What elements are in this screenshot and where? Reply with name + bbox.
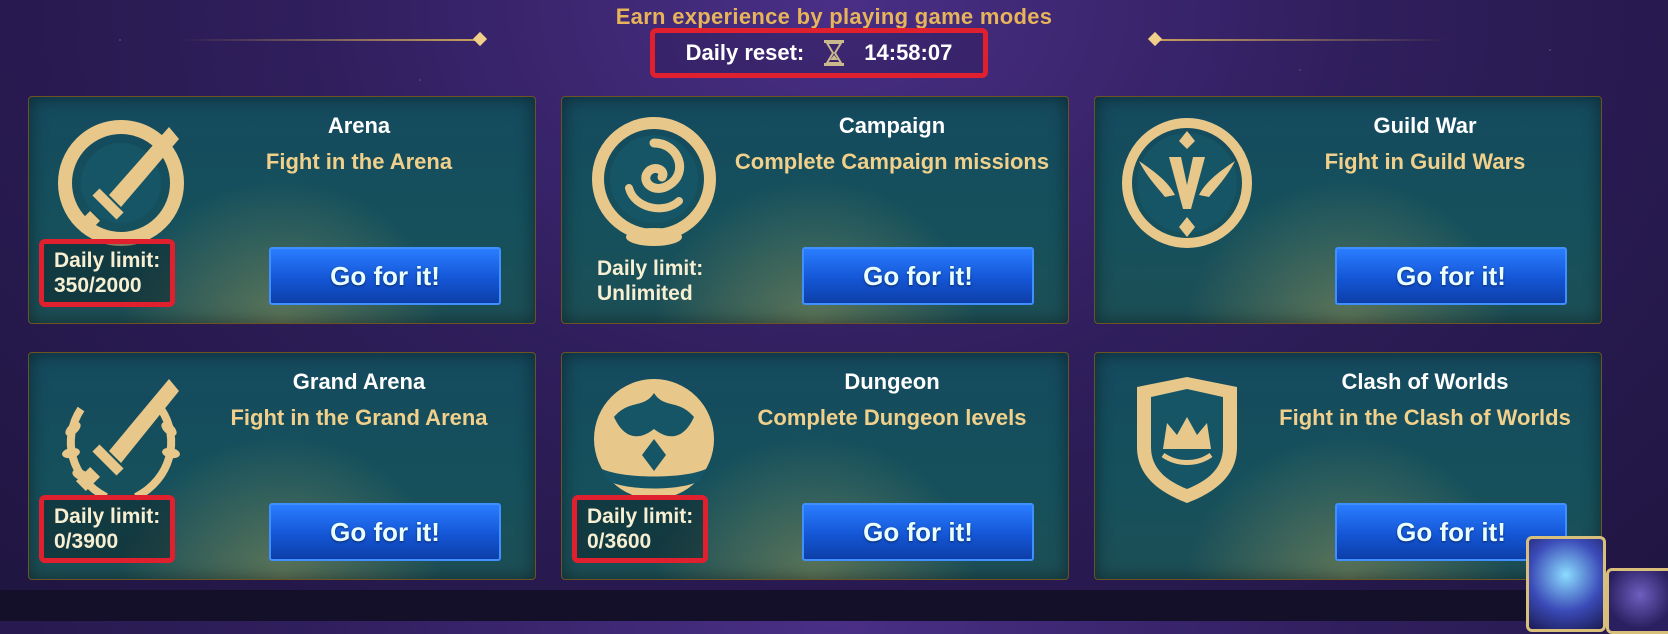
daily-reset-time: 14:58:07 bbox=[864, 40, 953, 65]
hero-portrait-icon[interactable] bbox=[1606, 568, 1668, 634]
game-mode-card-dungeon: Dungeon Complete Dungeon levels Daily li… bbox=[561, 352, 1069, 580]
bottom-bar bbox=[0, 590, 1668, 621]
winged-v-emblem-icon bbox=[1122, 118, 1252, 248]
card-description: Complete Dungeon levels bbox=[757, 405, 1027, 430]
daily-reset-label: Daily reset: bbox=[685, 40, 805, 65]
card-description: Fight in the Grand Arena bbox=[230, 405, 488, 430]
daily-limit-value: 0/3600 bbox=[587, 530, 652, 553]
daily-limit-value: 350/2000 bbox=[54, 274, 142, 297]
card-description: Fight in the Arena bbox=[265, 149, 453, 174]
card-title: Campaign bbox=[838, 113, 946, 138]
game-mode-card-arena: Arena Fight in the Arena Daily limit: 35… bbox=[28, 96, 536, 324]
card-title: Grand Arena bbox=[292, 369, 426, 394]
card-description: Complete Campaign missions bbox=[734, 149, 1050, 174]
game-mode-card-guild-war: Guild War Fight in Guild Wars Go for it! bbox=[1094, 96, 1602, 324]
card-title: Clash of Worlds bbox=[1341, 369, 1509, 394]
card-title: Guild War bbox=[1373, 113, 1477, 138]
game-mode-card-grand-arena: Grand Arena Fight in the Grand Arena Dai… bbox=[28, 352, 536, 580]
card-description: Fight in the Clash of Worlds bbox=[1279, 405, 1571, 430]
card-description: Fight in Guild Wars bbox=[1324, 149, 1526, 174]
daily-limit-badge: Daily limit: 350/2000 bbox=[39, 239, 176, 307]
daily-limit-label: Daily limit: bbox=[54, 505, 161, 528]
daily-limit-badge: Daily limit: Unlimited bbox=[587, 252, 713, 310]
daily-limit-value: Unlimited bbox=[597, 282, 693, 305]
daily-limit-label: Daily limit: bbox=[54, 249, 161, 272]
header-divider-right bbox=[1150, 39, 1450, 41]
daily-limit-label: Daily limit: bbox=[587, 505, 694, 528]
page-title: Earn experience by playing game modes bbox=[615, 4, 1053, 29]
sword-shield-icon bbox=[58, 120, 184, 246]
daily-limit-badge: Daily limit: 0/3900 bbox=[39, 495, 176, 563]
game-mode-card-campaign: Campaign Complete Campaign missions Dail… bbox=[561, 96, 1069, 324]
card-title: Dungeon bbox=[844, 369, 940, 394]
swirl-medallion-icon bbox=[592, 117, 716, 246]
divider-diamond-left bbox=[472, 31, 488, 47]
go-for-it-button-guild-war[interactable]: Go for it! bbox=[1335, 247, 1567, 305]
hourglass-icon bbox=[824, 40, 845, 66]
daily-limit-badge: Daily limit: 0/3600 bbox=[572, 495, 709, 563]
card-title: Arena bbox=[327, 113, 391, 138]
header-divider-left bbox=[180, 39, 480, 41]
dungeon-gate-icon bbox=[594, 379, 714, 499]
hero-portrait-icon[interactable] bbox=[1526, 536, 1606, 632]
go-for-it-button-grand-arena[interactable]: Go for it! bbox=[269, 503, 501, 561]
go-for-it-button-campaign[interactable]: Go for it! bbox=[802, 247, 1034, 305]
daily-limit-label: Daily limit: bbox=[597, 257, 704, 280]
crown-shield-icon bbox=[1137, 377, 1237, 503]
daily-reset-timer: Daily reset: 14:58:07 bbox=[650, 28, 988, 78]
daily-limit-value: 0/3900 bbox=[54, 530, 119, 553]
divider-diamond-right bbox=[1147, 31, 1163, 47]
laurel-sword-icon bbox=[62, 379, 180, 501]
go-for-it-button-dungeon[interactable]: Go for it! bbox=[802, 503, 1034, 561]
go-for-it-button-arena[interactable]: Go for it! bbox=[269, 247, 501, 305]
